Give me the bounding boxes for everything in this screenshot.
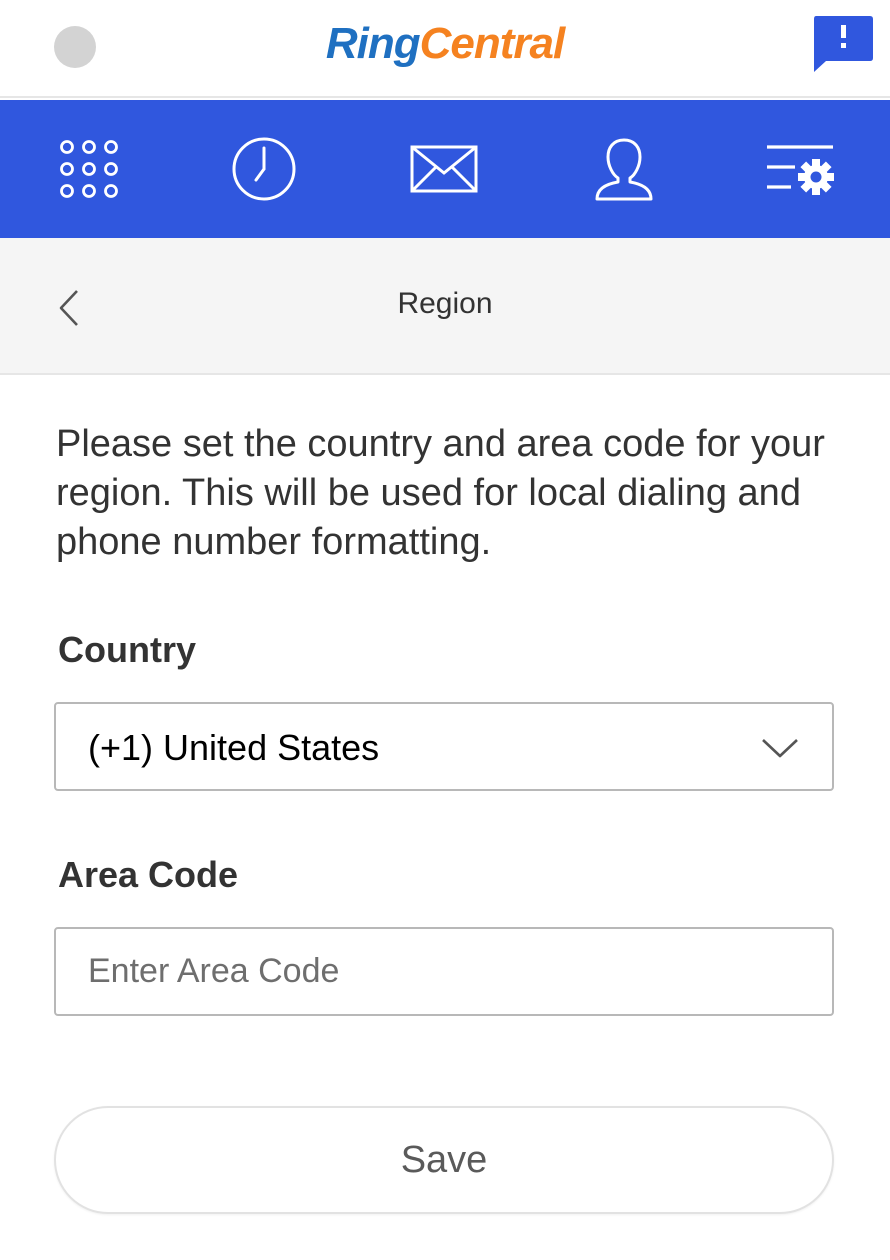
country-selected-value: (+1) United States — [88, 727, 380, 768]
main-navigation — [0, 100, 890, 238]
nav-tab-history[interactable] — [175, 100, 353, 238]
country-label: Country — [58, 629, 196, 670]
chevron-down-icon — [762, 739, 798, 758]
save-button[interactable]: Save — [54, 1106, 834, 1214]
nav-tab-messages[interactable] — [355, 100, 533, 238]
contacts-person-icon — [595, 138, 653, 201]
messages-envelope-icon — [410, 145, 478, 193]
logo-ring-text: Ring — [325, 19, 421, 68]
dialpad-icon — [60, 140, 118, 198]
ringcentral-logo: RingCentral — [0, 18, 890, 70]
region-description: Please set the country and area code for… — [56, 423, 825, 563]
feedback-button[interactable] — [812, 14, 874, 74]
area-code-input[interactable] — [54, 927, 834, 1016]
nav-tab-contacts[interactable] — [535, 100, 713, 238]
app-header: RingCentral — [0, 0, 890, 98]
country-select[interactable]: (+1) United States — [54, 702, 834, 791]
feedback-alert-icon — [814, 16, 873, 72]
nav-tab-settings[interactable] — [712, 100, 890, 238]
page-header: Region — [0, 238, 890, 375]
nav-tab-dialer[interactable] — [0, 100, 178, 238]
area-code-label: Area Code — [58, 854, 239, 895]
history-clock-icon — [232, 137, 296, 201]
settings-icon — [767, 145, 834, 195]
page-title: Region — [397, 287, 493, 320]
logo-central-text: Central — [419, 19, 566, 68]
